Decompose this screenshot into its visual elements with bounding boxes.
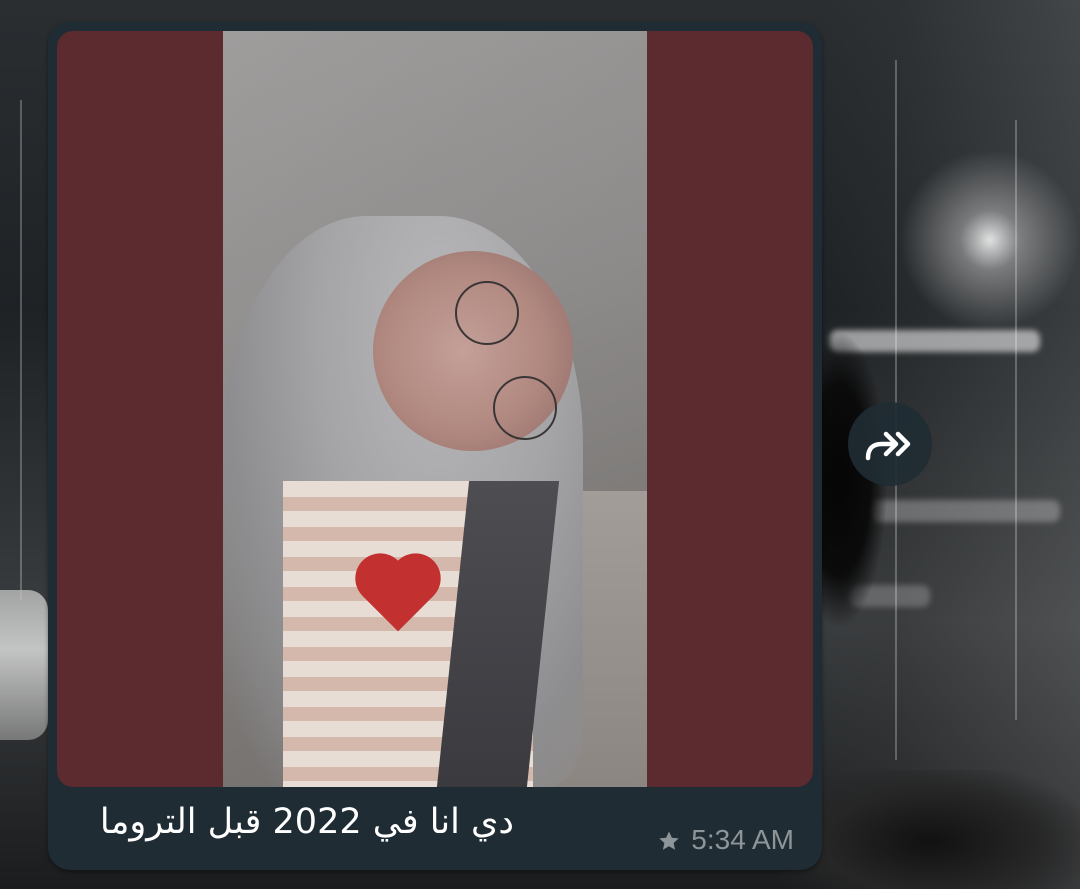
forward-icon — [865, 431, 911, 461]
star-icon — [657, 828, 681, 852]
forward-button[interactable] — [848, 402, 932, 486]
message-image[interactable] — [57, 31, 813, 787]
message-bubble[interactable]: دي انا في 2022 قبل التروما 5:34 AM — [48, 22, 822, 870]
wallpaper-light-streak — [870, 500, 1060, 522]
message-caption: دي انا في 2022 قبل التروما — [99, 802, 514, 842]
wallpaper-rain-line — [20, 100, 22, 600]
photo-glasses-lens — [455, 281, 519, 345]
photo-content — [223, 31, 647, 787]
wallpaper-rain-line — [1015, 120, 1017, 720]
wallpaper-left-object — [0, 590, 48, 740]
message-meta: 5:34 AM — [657, 824, 794, 856]
photo-glasses-lens — [493, 376, 557, 440]
wallpaper-shadow — [780, 770, 1080, 889]
message-time: 5:34 AM — [691, 824, 794, 855]
